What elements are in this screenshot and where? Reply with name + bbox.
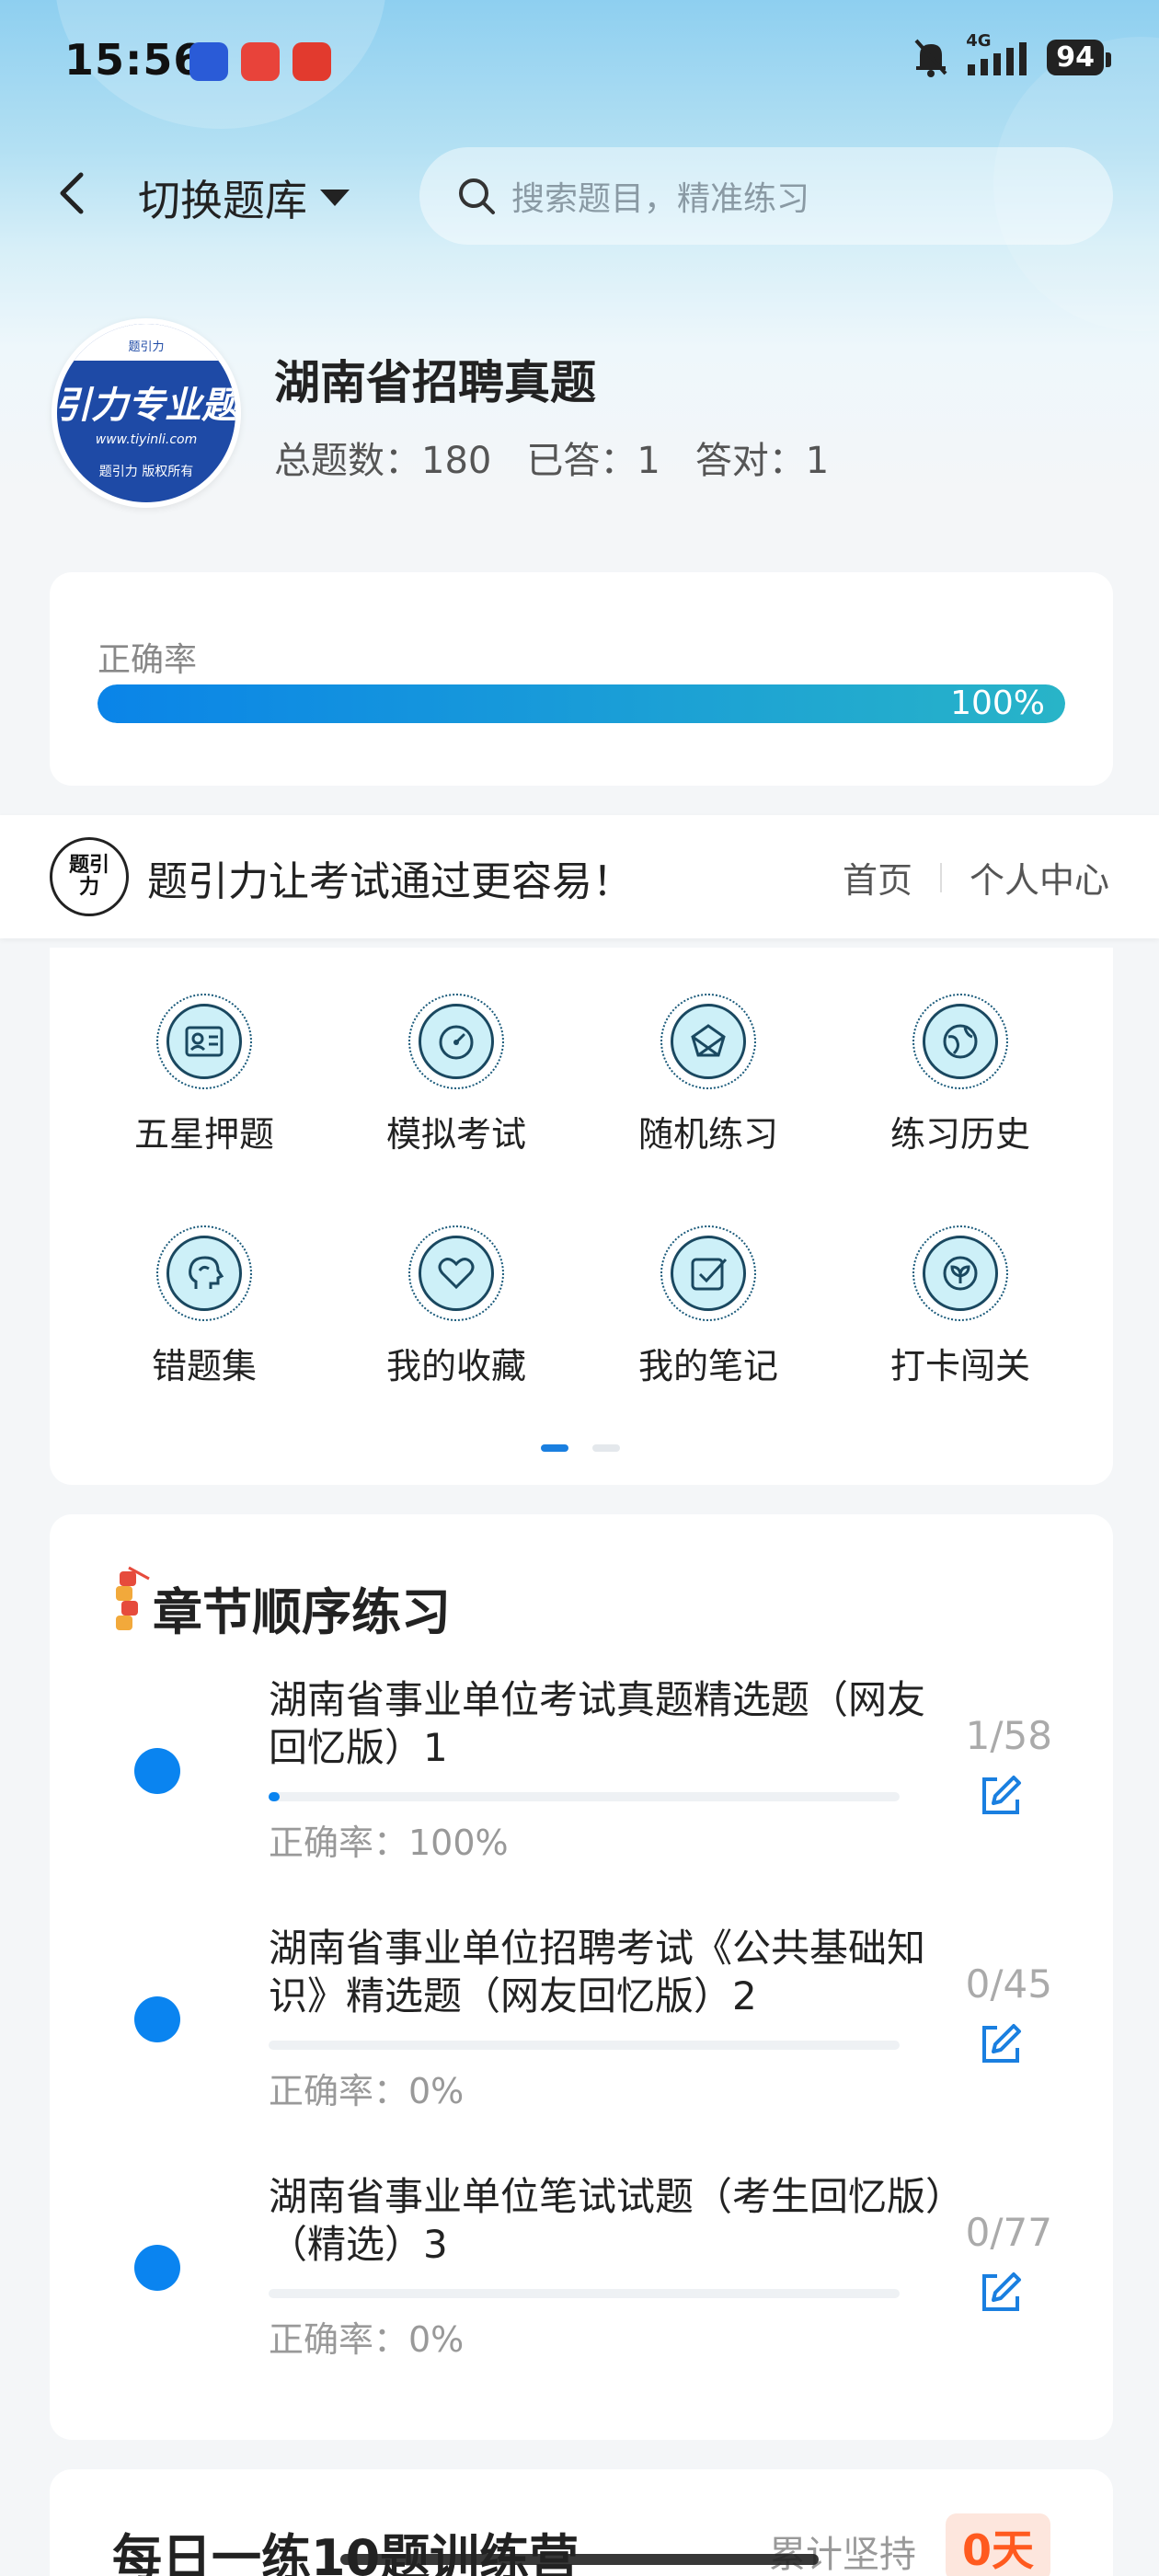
chapter-item[interactable]: 湖南省事业单位笔试试题（考生回忆版）（精选）3 正确率：0% 0/77 [50, 2173, 1113, 2403]
chapter-accuracy: 正确率：0% [269, 2319, 465, 2360]
correct-count: 答对：1 [694, 440, 830, 482]
firecracker-icon [116, 1566, 150, 1630]
home-link[interactable]: 首页 [843, 852, 912, 903]
divider [939, 862, 942, 892]
status-time: 15:56 [64, 35, 204, 85]
chapter-accuracy: 正确率：100% [269, 1823, 509, 1863]
accuracy-percent: 100% [950, 684, 1045, 722]
function-item-notes[interactable]: 我的笔记 [616, 1225, 800, 1388]
checkbox-icon [691, 1258, 728, 1291]
brand-strip: 题引力 题引力让考试通过更容易！ 首页 个人中心 [0, 815, 1159, 938]
total-count: 总题数：180 [274, 440, 492, 482]
notification-app-icon [241, 42, 280, 81]
switch-bank-label: 切换题库 [138, 176, 307, 225]
chapter-progress-fill [269, 1792, 280, 1801]
function-item-random-practice[interactable]: 随机练习 [616, 994, 800, 1156]
status-bar: 15:56 4G 94 [0, 0, 1159, 120]
chapter-count: 1/58 [965, 1713, 1052, 1758]
function-item-history[interactable]: 练习历史 [868, 994, 1052, 1156]
function-item-mock-exam[interactable]: 模拟考试 [364, 994, 548, 1156]
function-label: 模拟考试 [385, 1114, 526, 1155]
chapter-bullet [134, 1748, 180, 1794]
leaf-icon [943, 1256, 978, 1291]
bank-title: 湖南省招聘真题 [274, 356, 596, 409]
function-item-five-star[interactable]: 五星押题 [112, 994, 296, 1156]
function-label: 打卡闯关 [889, 1346, 1030, 1386]
function-item-favorites[interactable]: 我的收藏 [364, 1225, 548, 1388]
globe-icon [943, 1024, 978, 1059]
bank-logo: 题引力 引力专业题 www.tiyinli.com 题引力 版权所有 [52, 318, 241, 508]
search-placeholder: 搜索题目，精准练习 [511, 180, 810, 218]
streak-label: 累计坚持 [769, 2534, 916, 2576]
notification-app-icon [189, 42, 228, 81]
chapter-item[interactable]: 湖南省事业单位考试真题精选题（网友回忆版）1 正确率：100% 1/58 [50, 1676, 1113, 1906]
chapter-progress-bar [269, 1792, 900, 1801]
signal-icon: 4G [966, 31, 1030, 77]
edit-icon[interactable] [977, 2020, 1025, 2068]
daily-title: 每日一练10题训练营 [112, 2529, 580, 2576]
function-label: 练习历史 [889, 1114, 1030, 1155]
streak-badge: 0天 [946, 2513, 1051, 2576]
chapter-accuracy: 正确率：0% [269, 2071, 465, 2111]
id-card-icon [185, 1026, 224, 1057]
home-indicator[interactable] [340, 2554, 819, 2565]
switch-bank-button[interactable]: 切换题库 [138, 167, 350, 228]
notification-app-icon [293, 42, 331, 81]
function-label: 随机练习 [637, 1114, 778, 1155]
heart-icon [438, 1258, 475, 1290]
accuracy-label: 正确率 [98, 641, 198, 679]
edit-icon[interactable] [977, 1772, 1025, 1820]
search-icon [459, 178, 495, 214]
chapter-bullet [134, 1996, 180, 2042]
function-grid: 五星押题 模拟考试 随机练习 练习历史 错题集 我的收藏 我的笔记 打卡闯关 [50, 948, 1113, 1485]
chapter-name: 湖南省事业单位招聘考试《公共基础知识》精选题（网友回忆版）2 [269, 1926, 926, 2018]
answered-count: 已答：1 [526, 440, 660, 482]
search-input[interactable]: 搜索题目，精准练习 [419, 147, 1113, 245]
pager-dots [541, 1444, 620, 1452]
chapter-count: 0/45 [965, 1961, 1052, 2007]
pager-dot [592, 1444, 620, 1452]
function-item-wrong-set[interactable]: 错题集 [112, 1225, 296, 1388]
network-icon [691, 1024, 726, 1057]
function-label: 我的笔记 [637, 1346, 778, 1386]
chevron-left-icon [60, 172, 84, 214]
chapter-progress-bar [269, 2041, 900, 2050]
function-item-checkin[interactable]: 打卡闯关 [868, 1225, 1052, 1388]
chapter-progress-bar [269, 2289, 900, 2298]
profile-link[interactable]: 个人中心 [970, 852, 1109, 903]
speedometer-icon [439, 1025, 474, 1060]
bank-stats: 总题数：180 已答：1 答对：1 [274, 431, 829, 484]
network-type: 4G [966, 31, 992, 51]
chapter-item[interactable]: 湖南省事业单位招聘考试《公共基础知识》精选题（网友回忆版）2 正确率：0% 0/… [50, 1925, 1113, 2155]
back-button[interactable] [50, 166, 96, 221]
caret-down-icon [320, 190, 350, 206]
chapter-name: 湖南省事业单位笔试试题（考生回忆版）（精选）3 [269, 2174, 946, 2267]
function-label: 五星押题 [133, 1114, 274, 1155]
pager-dot-active [541, 1444, 568, 1452]
brand-slogan: 题引力让考试通过更容易！ [147, 858, 633, 905]
chapter-count: 0/77 [965, 2210, 1052, 2255]
head-icon [189, 1256, 224, 1289]
function-label: 错题集 [151, 1346, 257, 1386]
brand-logo: 题引力 [50, 837, 129, 916]
chapter-name: 湖南省事业单位考试真题精选题（网友回忆版）1 [269, 1677, 926, 1770]
mute-bell-icon [914, 39, 947, 77]
battery-indicator: 94 [1047, 39, 1111, 75]
accuracy-card: 正确率 100% [50, 572, 1113, 786]
chapter-practice-card: 章节顺序练习 湖南省事业单位考试真题精选题（网友回忆版）1 正确率：100% 1… [50, 1514, 1113, 2440]
accuracy-progress-bar: 100% [98, 684, 1065, 723]
accuracy-progress-fill: 100% [98, 684, 1065, 723]
chapter-bullet [134, 2245, 180, 2291]
function-label: 我的收藏 [385, 1346, 526, 1386]
chapter-section-title: 章节顺序练习 [153, 1583, 451, 1641]
edit-icon[interactable] [977, 2269, 1025, 2317]
